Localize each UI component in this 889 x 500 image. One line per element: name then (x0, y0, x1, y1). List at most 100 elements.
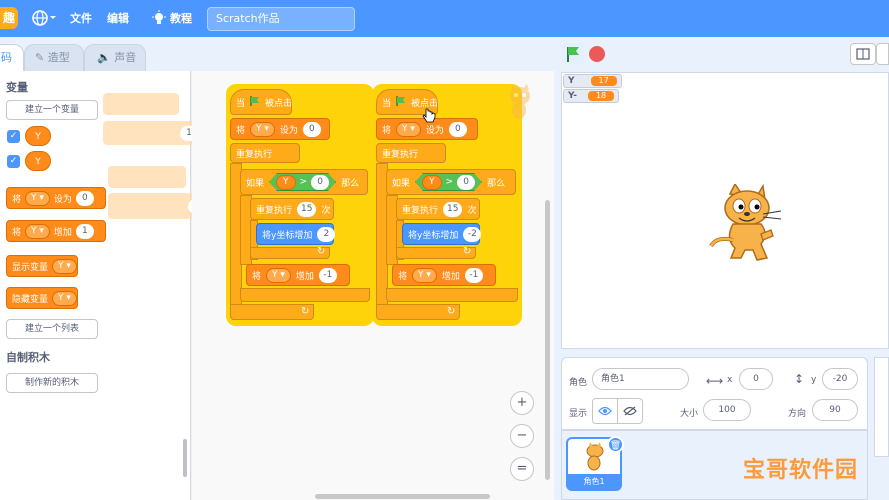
value-input[interactable]: 0 (457, 175, 475, 190)
menu-file[interactable]: 文件 (70, 10, 92, 26)
variable-checkbox[interactable]: ✓ (7, 155, 20, 168)
value-input[interactable]: 15 (297, 201, 317, 217)
variable-reporter-y[interactable]: Y (25, 126, 51, 146)
tab-costumes[interactable]: ✎ 造型 (24, 44, 84, 72)
make-block-button[interactable]: 制作新的积木 (6, 373, 98, 393)
block-text: 增加 (295, 271, 314, 282)
direction-input[interactable]: 90 (812, 399, 858, 421)
delete-sprite-trash-icon[interactable]: 🗑 (607, 436, 624, 453)
block-text: 被点击 (265, 98, 293, 109)
block-text: 显示变量 (12, 262, 49, 273)
change-variable-block[interactable]: 将 Y ▾ 增加 -1 (246, 264, 350, 286)
sprite-name-label: 角色 (569, 378, 588, 388)
scratch-logo[interactable]: 趣 (0, 7, 18, 29)
variable-dropdown[interactable]: Y ▾ (25, 223, 50, 239)
monitor-label: Y (568, 76, 575, 86)
variable-dropdown[interactable]: Y ▾ (52, 258, 77, 274)
value-input[interactable]: 2 (317, 226, 336, 242)
hide-variable-block[interactable]: 隐藏变量 Y ▾ (6, 287, 78, 309)
variable-dropdown[interactable]: Y ▾ (52, 290, 77, 306)
value-input[interactable]: -1 (464, 267, 483, 283)
value-input[interactable]: 0 (448, 121, 467, 137)
variable-dropdown[interactable]: Y ▾ (396, 121, 421, 137)
block-text: 次 (467, 205, 477, 216)
value-input[interactable]: 0 (302, 121, 321, 137)
block-text: 增加 (441, 271, 460, 282)
value-input[interactable]: 1 (75, 223, 94, 239)
value-input[interactable]: 15 (443, 201, 463, 217)
tab-sounds[interactable]: 🔈 声音 (84, 44, 146, 72)
repeat-block[interactable]: 重复执行 15 次 (396, 198, 480, 220)
make-variable-button[interactable]: 建立一个变量 (6, 100, 98, 120)
menu-edit[interactable]: 编辑 (107, 10, 129, 26)
zoom-in-button[interactable]: + (510, 391, 534, 415)
greater-than-condition[interactable]: Y > 0 (415, 173, 482, 191)
zoom-out-button[interactable]: − (510, 424, 534, 448)
tab-code[interactable]: 码 (0, 44, 24, 72)
workspace-scrollbar-horizontal[interactable] (315, 494, 490, 499)
show-variable-block[interactable]: 显示变量 Y ▾ (6, 255, 78, 277)
block-text: 将 (398, 271, 408, 282)
cat-sprite[interactable] (705, 182, 787, 269)
sprite-name-input[interactable]: 角色1 (592, 368, 689, 390)
set-variable-block[interactable]: 将 Y ▾ 设为 0 (6, 187, 106, 209)
workspace-scrollbar-vertical[interactable] (545, 200, 550, 480)
stop-button[interactable] (589, 46, 605, 62)
block-text: 设为 (279, 125, 298, 136)
y-input[interactable]: -20 (822, 368, 858, 390)
my-blocks-heading: 自制积木 (6, 351, 50, 364)
variable-dropdown[interactable]: Y ▾ (266, 267, 291, 283)
value-input[interactable]: -2 (463, 226, 482, 242)
site-watermark: 宝哥软件园 (743, 458, 859, 483)
variable-reporter-y[interactable]: Y (276, 175, 296, 190)
block-text: 将y坐标增加 (262, 230, 313, 241)
variable-dropdown[interactable]: Y ▾ (412, 267, 437, 283)
change-y-block[interactable]: 将y坐标增加 2 (256, 223, 336, 245)
palette-scrollbar[interactable] (183, 439, 187, 477)
block-text: 将 (236, 125, 246, 136)
value-input[interactable]: 0 (311, 175, 329, 190)
small-stage-button[interactable] (850, 43, 876, 65)
variable-dropdown[interactable]: Y ▾ (25, 190, 50, 206)
menu-tutorials[interactable]: 教程 (170, 10, 192, 26)
x-input[interactable]: 0 (739, 368, 773, 390)
forever-block[interactable]: 重复执行 (376, 143, 446, 163)
block-text: 将 (12, 194, 22, 205)
forever-block[interactable]: 重复执行 (230, 143, 300, 163)
hide-sprite-eye-icon[interactable] (617, 398, 643, 424)
size-input[interactable]: 100 (703, 399, 751, 421)
change-variable-block[interactable]: 将 Y ▾ 增加 1 (6, 220, 106, 242)
make-list-button[interactable]: 建立一个列表 (6, 319, 98, 339)
block-text: 那么 (487, 178, 506, 189)
if-block[interactable]: 如果 Y > 0 那么 (240, 169, 368, 195)
repeat-block[interactable]: 重复执行 15 次 (250, 198, 334, 220)
tutorials-lightbulb-icon[interactable] (151, 10, 167, 29)
language-globe-icon[interactable] (32, 9, 56, 30)
variable-checkbox[interactable]: ✓ (7, 130, 20, 143)
set-variable-block[interactable]: 将 Y ▾ 设为 0 (230, 118, 330, 140)
variable-reporter-y[interactable]: Y (25, 151, 51, 171)
project-title-input[interactable]: Scratch作品 (207, 7, 355, 31)
variable-reporter-y[interactable]: Y (422, 175, 442, 190)
if-block[interactable]: 如果 Y > 0 那么 (386, 169, 516, 195)
green-flag-button[interactable] (562, 43, 584, 65)
greater-than-condition[interactable]: Y > 0 (269, 173, 336, 191)
block-text: 重复执行 (402, 205, 439, 216)
speaker-icon: 🔈 (97, 51, 111, 64)
monitor-value: 17 (590, 76, 617, 86)
dropdown-value: Y (418, 269, 424, 280)
value-input[interactable]: -1 (318, 267, 337, 283)
show-sprite-eye-icon[interactable] (592, 398, 618, 424)
change-variable-block[interactable]: 将 Y ▾ 增加 -1 (392, 264, 496, 286)
x-arrows-icon: ⟷ (706, 374, 724, 388)
show-label: 显示 (569, 409, 588, 419)
dropdown-value: Y (58, 260, 64, 271)
variables-heading: 变量 (6, 81, 28, 94)
value-input[interactable]: 0 (75, 190, 94, 206)
change-y-block[interactable]: 将y坐标增加 -2 (402, 223, 482, 245)
operator-text: > (445, 177, 454, 187)
variable-dropdown[interactable]: Y ▾ (250, 121, 275, 137)
when-flag-clicked-block[interactable]: 当 被点击 (230, 89, 292, 115)
zoom-reset-button[interactable]: = (510, 457, 534, 481)
large-stage-button[interactable] (876, 43, 889, 65)
